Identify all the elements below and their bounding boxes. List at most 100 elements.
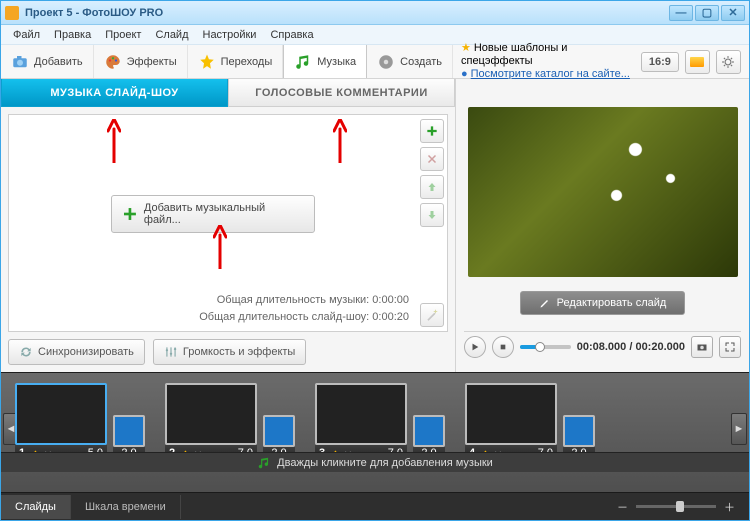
window-title: Проект 5 - ФотоШОУ PRO: [25, 7, 163, 19]
volume-label: Громкость и эффекты: [183, 346, 295, 358]
music-label: Музыка: [317, 56, 356, 68]
disc-icon: [377, 53, 395, 71]
seek-thumb[interactable]: [535, 342, 545, 352]
wand-icon: [425, 308, 439, 322]
magic-button[interactable]: [420, 303, 444, 327]
remove-track-button[interactable]: [420, 147, 444, 171]
menubar: Файл Правка Проект Слайд Настройки Справ…: [1, 25, 749, 45]
arrow-down-icon: [426, 209, 438, 221]
slide-thumb[interactable]: 1 5.0: [15, 383, 107, 461]
preview-canvas[interactable]: [468, 107, 738, 277]
volume-effects-button[interactable]: Громкость и эффекты: [153, 339, 306, 365]
stop-button[interactable]: [492, 336, 514, 358]
arrow-up-icon: [426, 181, 438, 193]
menu-slide[interactable]: Слайд: [149, 27, 194, 43]
promo-text: Новые шаблоны и спецэффекты: [461, 42, 567, 67]
show-duration: Общая длительность слайд-шоу: 0:00:20: [199, 309, 409, 326]
fullscreen-icon: [724, 341, 736, 353]
zoom-out-icon[interactable]: －: [617, 499, 628, 515]
star-icon: [198, 53, 216, 71]
play-button[interactable]: [464, 336, 486, 358]
titlebar: Проект 5 - ФотоШОУ PRO — ▢ ✕: [1, 1, 749, 25]
edit-slide-label: Редактировать слайд: [557, 297, 667, 309]
music-panel: МУЗЫКА СЛАЙД-ШОУ ГОЛОСОВЫЕ КОММЕНТАРИИ Д…: [1, 79, 456, 372]
move-down-button[interactable]: [420, 203, 444, 227]
slide-thumb[interactable]: 4 7.0: [465, 383, 557, 461]
preview-panel: Редактировать слайд 00:08.000 / 00:20.00…: [456, 79, 749, 372]
music-list-area[interactable]: Добавить музыкальный файл... Общая длите…: [9, 115, 417, 331]
add-music-label: Добавить музыкальный файл...: [144, 202, 304, 226]
minimize-button[interactable]: —: [669, 5, 693, 21]
music-duration: Общая длительность музыки: 0:00:00: [199, 292, 409, 309]
sync-icon: [19, 345, 33, 359]
music-tab[interactable]: Музыка: [283, 45, 367, 78]
create-label: Создать: [400, 56, 442, 68]
sliders-icon: [164, 345, 178, 359]
palette-icon: [104, 53, 122, 71]
toolbar: Добавить Эффекты Переходы Музыка Создать…: [1, 45, 749, 79]
gear-icon: [721, 55, 735, 69]
menu-project[interactable]: Проект: [99, 27, 147, 43]
close-button[interactable]: ✕: [721, 5, 745, 21]
effects-button[interactable]: Эффекты: [94, 45, 188, 78]
add-track-button[interactable]: [420, 119, 444, 143]
app-window: Проект 5 - ФотоШОУ PRO — ▢ ✕ Файл Правка…: [0, 0, 750, 521]
stop-icon: [499, 343, 507, 351]
plus-icon: [425, 124, 439, 138]
sync-label: Синхронизировать: [38, 346, 134, 358]
duration-info: Общая длительность музыки: 0:00:00 Общая…: [199, 292, 409, 325]
tab-slides[interactable]: Слайды: [1, 495, 71, 519]
edit-slide-button[interactable]: Редактировать слайд: [520, 291, 686, 315]
music-list: Добавить музыкальный файл... Общая длите…: [8, 114, 448, 332]
swatch-icon: [690, 57, 704, 67]
effects-label: Эффекты: [127, 56, 177, 68]
fullscreen-button[interactable]: [719, 336, 741, 358]
zoom-slider[interactable]: [636, 505, 716, 508]
timeline-footer: Слайды Шкала времени － ＋: [1, 492, 749, 520]
add-button[interactable]: Добавить: [1, 45, 94, 78]
seek-slider[interactable]: [520, 345, 571, 349]
slide-thumb[interactable]: 3 7.0: [315, 383, 407, 461]
time-display: 00:08.000 / 00:20.000: [577, 341, 685, 353]
tab-slideshow-music[interactable]: МУЗЫКА СЛАЙД-ШОУ: [1, 79, 228, 107]
move-up-button[interactable]: [420, 175, 444, 199]
tab-timeline[interactable]: Шкала времени: [71, 495, 181, 519]
camera-icon: [696, 341, 708, 353]
snapshot-button[interactable]: [691, 336, 713, 358]
pencil-icon: [539, 297, 551, 309]
transitions-label: Переходы: [221, 56, 273, 68]
main-area: МУЗЫКА СЛАЙД-ШОУ ГОЛОСОВЫЕ КОММЕНТАРИИ Д…: [1, 79, 749, 372]
plus-icon: [122, 206, 138, 222]
app-icon: [5, 6, 19, 20]
slide-thumb[interactable]: 2 7.0: [165, 383, 257, 461]
menu-edit[interactable]: Правка: [48, 27, 97, 43]
music-icon: [294, 53, 312, 71]
maximize-button[interactable]: ▢: [695, 5, 719, 21]
play-icon: [470, 342, 480, 352]
music-side-buttons: [417, 115, 447, 331]
annotation-arrow: [333, 119, 347, 163]
menu-file[interactable]: Файл: [7, 27, 46, 43]
music-note-icon: [257, 456, 271, 470]
create-button[interactable]: Создать: [367, 45, 453, 78]
camera-icon: [11, 53, 29, 71]
annotation-arrow: [107, 119, 121, 163]
sync-button[interactable]: Синхронизировать: [8, 339, 145, 365]
music-hint: Дважды кликните для добавления музыки: [277, 457, 493, 469]
add-music-file-button[interactable]: Добавить музыкальный файл...: [111, 195, 315, 233]
zoom-in-icon[interactable]: ＋: [724, 499, 735, 515]
toolbar-right: ★Новые шаблоны и спецэффекты ●Посмотрите…: [453, 45, 749, 78]
settings-button[interactable]: [716, 50, 741, 74]
music-track-row[interactable]: Дважды кликните для добавления музыки: [1, 452, 749, 472]
tab-voice-comments[interactable]: ГОЛОСОВЫЕ КОММЕНТАРИИ: [228, 79, 455, 107]
transitions-button[interactable]: Переходы: [188, 45, 284, 78]
add-label: Добавить: [34, 56, 83, 68]
promo-block: ★Новые шаблоны и спецэффекты ●Посмотрите…: [461, 42, 635, 82]
aspect-ratio-button[interactable]: 16:9: [641, 52, 679, 72]
menu-settings[interactable]: Настройки: [197, 27, 263, 43]
menu-help[interactable]: Справка: [264, 27, 319, 43]
star-bullet-icon: ★: [461, 42, 471, 54]
playback-controls: 00:08.000 / 00:20.000: [464, 331, 741, 362]
theme-button[interactable]: [685, 50, 710, 74]
timeline-slides: 1 5.0 2.0 2 7.0: [15, 383, 735, 461]
